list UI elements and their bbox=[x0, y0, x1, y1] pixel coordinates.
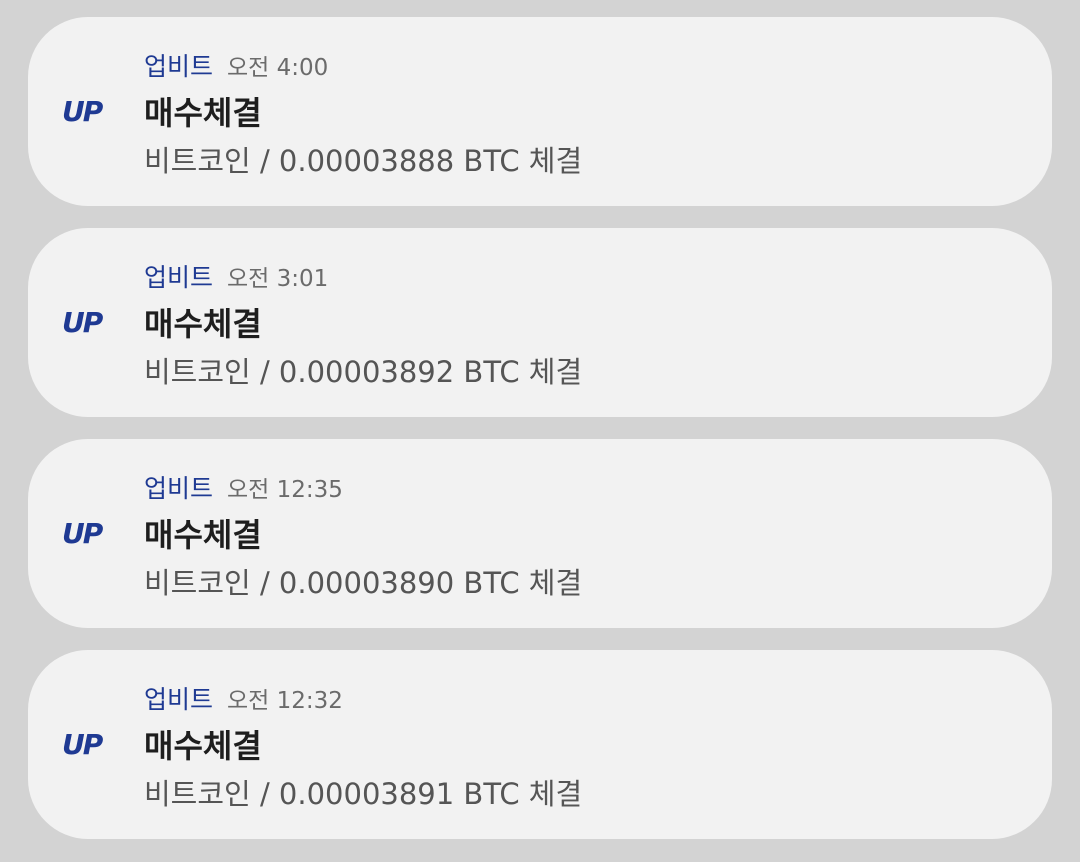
notification-body: 비트코인 / 0.00003888 BTC 체결 bbox=[144, 144, 583, 178]
notification-card[interactable]: UP 업비트 오전 12:35 매수체결 비트코인 / 0.00003890 B… bbox=[28, 439, 1052, 628]
upbit-logo-icon: UP bbox=[62, 95, 112, 125]
notification-title: 매수체결 bbox=[144, 305, 262, 343]
notification-body: 비트코인 / 0.00003892 BTC 체결 bbox=[144, 355, 583, 389]
notification-card[interactable]: UP 업비트 오전 3:01 매수체결 비트코인 / 0.00003892 BT… bbox=[28, 228, 1052, 417]
notification-header: 업비트 오전 3:01 bbox=[144, 258, 328, 294]
notification-header: 업비트 오전 4:00 bbox=[144, 47, 328, 83]
upbit-logo-icon: UP bbox=[62, 517, 112, 547]
notification-title: 매수체결 bbox=[144, 727, 262, 765]
svg-text:UP: UP bbox=[62, 306, 104, 336]
notification-title: 매수체결 bbox=[144, 94, 262, 132]
notification-time: 오전 4:00 bbox=[227, 55, 329, 81]
notification-header: 업비트 오전 12:35 bbox=[144, 469, 343, 505]
svg-text:UP: UP bbox=[62, 95, 104, 125]
notification-title: 매수체결 bbox=[144, 516, 262, 554]
app-name: 업비트 bbox=[144, 474, 214, 503]
notification-time: 오전 12:35 bbox=[227, 477, 343, 503]
app-name: 업비트 bbox=[144, 685, 214, 714]
upbit-logo-icon: UP bbox=[62, 728, 112, 758]
upbit-logo-icon: UP bbox=[62, 306, 112, 336]
notification-body: 비트코인 / 0.00003890 BTC 체결 bbox=[144, 566, 583, 600]
notification-card[interactable]: UP 업비트 오전 12:32 매수체결 비트코인 / 0.00003891 B… bbox=[28, 650, 1052, 839]
svg-text:UP: UP bbox=[62, 728, 104, 758]
app-name: 업비트 bbox=[144, 52, 214, 81]
notification-header: 업비트 오전 12:32 bbox=[144, 680, 343, 716]
app-name: 업비트 bbox=[144, 263, 214, 292]
notification-time: 오전 3:01 bbox=[227, 266, 329, 292]
notification-body: 비트코인 / 0.00003891 BTC 체결 bbox=[144, 777, 583, 811]
notification-time: 오전 12:32 bbox=[227, 688, 343, 714]
svg-text:UP: UP bbox=[62, 517, 104, 547]
notification-card[interactable]: UP 업비트 오전 4:00 매수체결 비트코인 / 0.00003888 BT… bbox=[28, 17, 1052, 206]
